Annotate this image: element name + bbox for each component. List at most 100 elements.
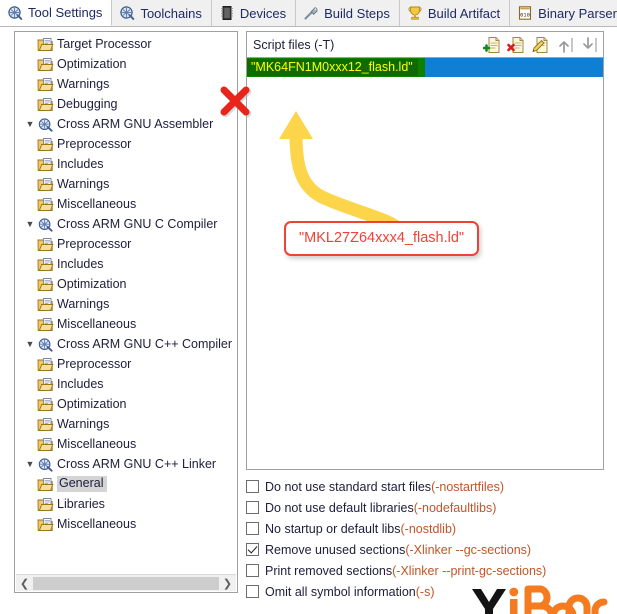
tree-item-includes[interactable]: Includes (15, 254, 237, 274)
tree-item-general[interactable]: General (15, 474, 237, 494)
tool-node-icon (38, 457, 53, 472)
tree-item-label: Optimization (57, 276, 127, 291)
tree-item-label: Miscellaneous (57, 196, 137, 211)
tool-settings-icon (8, 5, 23, 20)
tree-item-optimization[interactable]: Optimization (15, 274, 237, 294)
tree-item-debugging[interactable]: Debugging (15, 94, 237, 114)
option-row[interactable]: Omit all symbol information (-s) (246, 581, 604, 602)
chevron-down-icon[interactable]: ▼ (23, 459, 37, 469)
page-folder-icon (37, 397, 54, 411)
tree-item-optimization[interactable]: Optimization (15, 54, 237, 74)
add-script-file-button[interactable] (483, 35, 503, 55)
page-folder-icon (37, 237, 54, 251)
script-file-row[interactable]: "MK64FN1M0xxx12_flash.ld" (247, 58, 603, 77)
tree-item-label: Cross ARM GNU C++ Compiler (57, 336, 233, 351)
tree-item-miscellaneous[interactable]: Miscellaneous (15, 514, 237, 534)
tree-item-warnings[interactable]: Warnings (15, 74, 237, 94)
script-files-toolbar (483, 35, 599, 55)
option-label: Print removed sections (265, 563, 393, 578)
move-up-button[interactable] (555, 35, 575, 55)
option-row[interactable]: Remove unused sections (-Xlinker --gc-se… (246, 539, 604, 560)
chevron-down-icon[interactable]: ▼ (23, 339, 37, 349)
page-folder-icon (37, 517, 54, 531)
page-folder-icon (37, 137, 54, 151)
chevron-down-icon[interactable]: ▼ (23, 119, 37, 129)
option-checkbox[interactable] (246, 543, 259, 556)
option-checkbox[interactable] (246, 480, 259, 493)
tab-label: Build Artifact (427, 5, 501, 21)
chevron-down-icon[interactable]: ▼ (23, 219, 37, 229)
tree-horizontal-scrollbar[interactable]: ❮ ❯ (16, 574, 236, 591)
tree-item-cross-arm-gnu-c-compiler[interactable]: ▼ Cross ARM GNU C++ Compiler (15, 334, 237, 354)
edit-script-file-button[interactable] (531, 35, 551, 55)
chevron-left-icon[interactable]: ❮ (16, 575, 33, 592)
script-files-list[interactable]: "MK64FN1M0xxx12_flash.ld" (246, 57, 604, 470)
page-folder-icon (37, 437, 54, 451)
tree-item-preprocessor[interactable]: Preprocessor (15, 134, 237, 154)
settings-tree-panel[interactable]: Target Processor Optimization Warnings Debu… (14, 31, 238, 593)
binary-parsers-icon: 010 (519, 6, 532, 20)
option-checkbox[interactable] (246, 564, 259, 577)
page-folder-icon (37, 277, 54, 291)
page-folder-icon (37, 257, 54, 271)
linker-options-list: Do not use standard start files (-nostar… (246, 476, 604, 602)
option-flag: (-nostartfiles) (431, 479, 504, 494)
tree-item-preprocessor[interactable]: Preprocessor (15, 234, 237, 254)
tree-item-cross-arm-gnu-assembler[interactable]: ▼ Cross ARM GNU Assembler (15, 114, 237, 134)
tree-item-warnings[interactable]: Warnings (15, 174, 237, 194)
tree-item-label: Preprocessor (57, 236, 132, 251)
tab-label: Devices (239, 5, 287, 21)
option-checkbox[interactable] (246, 585, 259, 598)
tree-item-target-processor[interactable]: Target Processor (15, 34, 237, 54)
tool-node-icon (38, 337, 53, 352)
option-row[interactable]: Print removed sections (-Xlinker --print… (246, 560, 604, 581)
tree-item-label: Cross ARM GNU Assembler (57, 116, 214, 131)
page-folder-icon (37, 37, 54, 51)
tree-item-label: Warnings (57, 176, 110, 191)
option-row[interactable]: No startup or default libs (-nostdlib) (246, 518, 604, 539)
move-down-button[interactable] (579, 35, 599, 55)
tree-item-cross-arm-gnu-c-linker[interactable]: ▼ Cross ARM GNU C++ Linker (15, 454, 237, 474)
tree-item-warnings[interactable]: Warnings (15, 414, 237, 434)
page-folder-icon (37, 317, 54, 331)
toolchains-icon (120, 6, 135, 20)
callout-text: "MKL27Z64xxx4_flash.ld" (299, 230, 465, 246)
page-folder-icon (37, 197, 54, 211)
chevron-right-icon[interactable]: ❯ (219, 575, 236, 592)
tab-build-artifact[interactable]: Build Artifact (399, 0, 511, 26)
tool-settings-window: Tool Settings Toolchains Devices Build S… (0, 0, 617, 614)
tree-item-label: Preprocessor (57, 136, 132, 151)
option-label: Omit all symbol information (265, 584, 416, 599)
tree-item-miscellaneous[interactable]: Miscellaneous (15, 314, 237, 334)
settings-tree[interactable]: Target Processor Optimization Warnings Debu… (15, 34, 237, 572)
option-row[interactable]: Do not use standard start files (-nostar… (246, 476, 604, 497)
tree-item-includes[interactable]: Includes (15, 154, 237, 174)
tree-item-warnings[interactable]: Warnings (15, 294, 237, 314)
build-artifact-icon (408, 6, 422, 20)
tab-tool-settings[interactable]: Tool Settings (0, 0, 113, 26)
tree-item-libraries[interactable]: Libraries (15, 494, 237, 514)
tab-build-steps[interactable]: Build Steps (296, 0, 400, 26)
scrollbar-thumb[interactable] (33, 576, 219, 590)
delete-script-file-button[interactable] (507, 35, 527, 55)
tree-item-optimization[interactable]: Optimization (15, 394, 237, 414)
option-flag: (-s) (415, 584, 435, 599)
option-checkbox[interactable] (246, 501, 259, 514)
tab-binary-parsers[interactable]: 010 Binary Parsers (510, 0, 617, 26)
svg-text:010: 010 (520, 13, 530, 19)
settings-body: Target Processor Optimization Warnings Debu… (0, 27, 617, 614)
option-checkbox[interactable] (246, 522, 259, 535)
tab-label: Tool Settings (28, 5, 103, 20)
tree-item-preprocessor[interactable]: Preprocessor (15, 354, 237, 374)
tab-toolchains[interactable]: Toolchains (112, 0, 212, 26)
option-row[interactable]: Do not use default libraries (-nodefault… (246, 497, 604, 518)
tree-item-label: Debugging (57, 96, 118, 111)
tab-devices[interactable]: Devices (211, 0, 297, 26)
tree-item-includes[interactable]: Includes (15, 374, 237, 394)
tree-item-cross-arm-gnu-c-compiler[interactable]: ▼ Cross ARM GNU C Compiler (15, 214, 237, 234)
page-folder-icon (37, 497, 54, 511)
tree-item-label: Includes (57, 156, 104, 171)
tree-item-label: Preprocessor (57, 356, 132, 371)
tree-item-miscellaneous[interactable]: Miscellaneous (15, 194, 237, 214)
tree-item-miscellaneous[interactable]: Miscellaneous (15, 434, 237, 454)
